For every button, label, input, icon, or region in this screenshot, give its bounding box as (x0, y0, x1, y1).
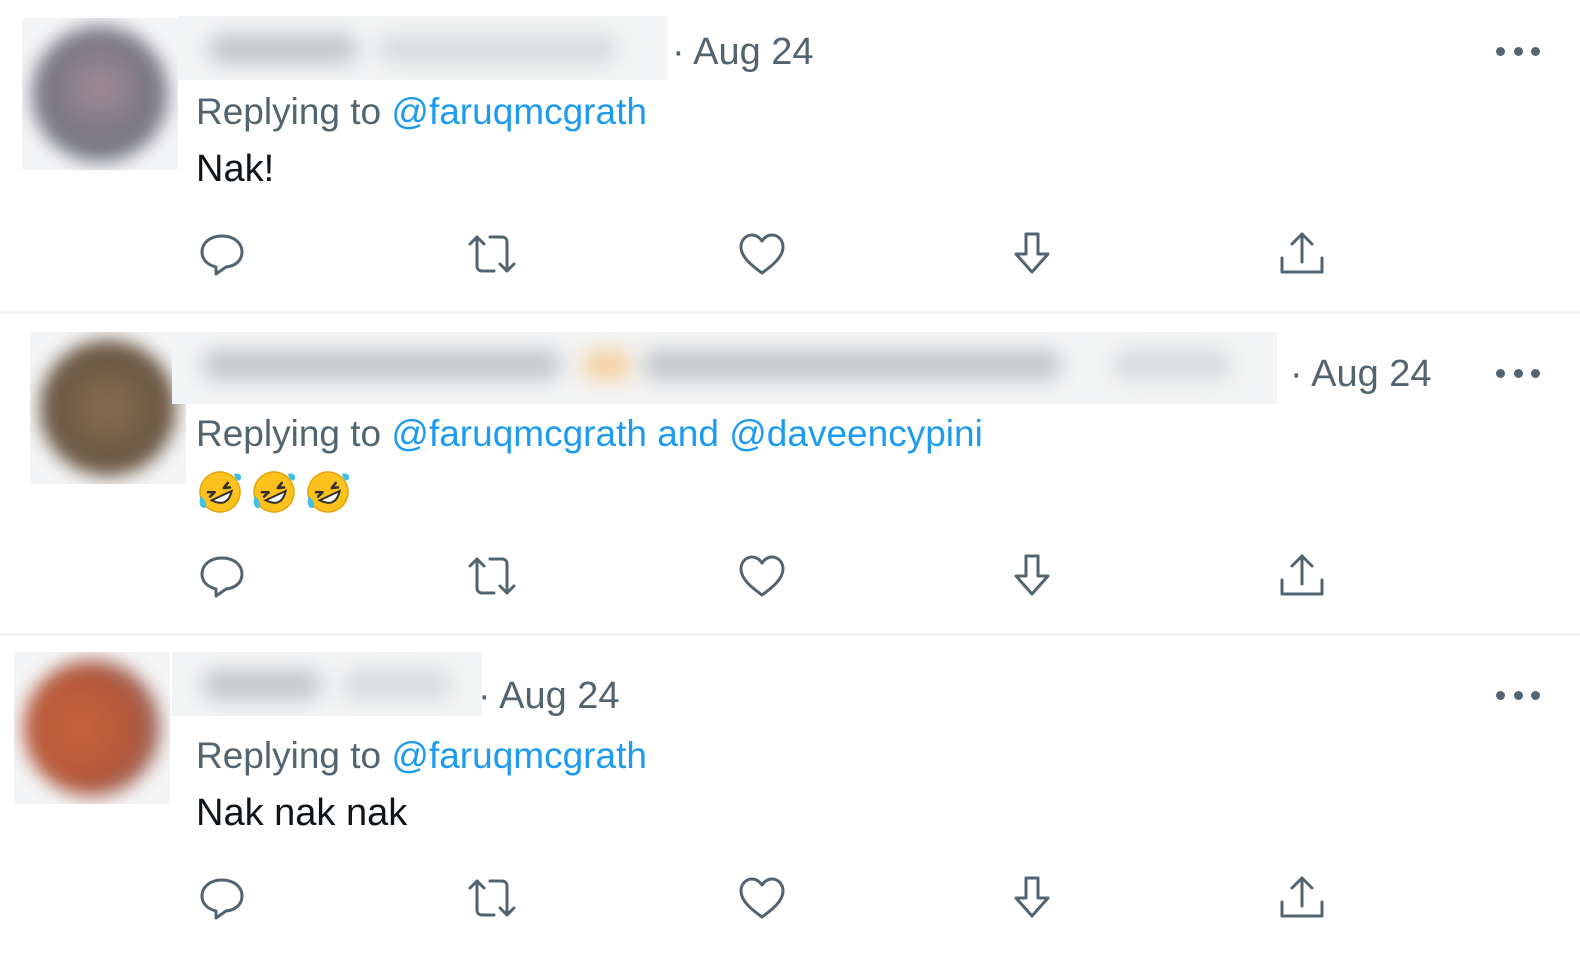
more-options-icon[interactable] (1496, 367, 1540, 379)
mention-link[interactable]: @faruqmcgrath (391, 735, 647, 776)
avatar[interactable] (30, 332, 186, 484)
tweet-3[interactable]: · Aug 24 Replying to @faruqmcgrath Nak n… (0, 644, 1580, 964)
retweet-icon[interactable] (466, 872, 518, 924)
retweet-icon[interactable] (466, 228, 518, 280)
replying-to-line: Replying to @faruqmcgrath (196, 90, 647, 134)
tweet-text: Nak nak nak (196, 792, 408, 834)
download-icon[interactable] (1006, 550, 1058, 602)
tweet-date[interactable]: · Aug 24 (1290, 352, 1432, 396)
mention-joiner: and (657, 413, 719, 454)
share-icon[interactable] (1276, 550, 1328, 602)
author-name-blurred[interactable] (172, 332, 1277, 404)
avatar[interactable] (22, 18, 178, 170)
author-name-blurred[interactable] (178, 16, 668, 80)
like-icon[interactable] (736, 872, 788, 924)
replying-to-label: Replying to (196, 413, 382, 454)
reply-icon[interactable] (196, 872, 248, 924)
share-icon[interactable] (1276, 228, 1328, 280)
download-icon[interactable] (1006, 228, 1058, 280)
tweet-date[interactable]: · Aug 24 (478, 674, 620, 718)
replying-to-line: Replying to @faruqmcgrath and @daveencyp… (196, 412, 983, 456)
tweet-2[interactable]: · Aug 24 Replying to @faruqmcgrath and @… (0, 322, 1580, 642)
mention-link[interactable]: @faruqmcgrath (391, 91, 647, 132)
mention-link[interactable]: @daveencypini (729, 413, 983, 454)
tweet-text: Nak! (196, 148, 275, 190)
replying-to-line: Replying to @faruqmcgrath (196, 734, 647, 778)
retweet-icon[interactable] (466, 550, 518, 602)
more-options-icon[interactable] (1496, 689, 1540, 701)
rolling-on-floor-laughing-emoji-icon (307, 471, 350, 513)
mention-link[interactable]: @faruqmcgrath (391, 413, 647, 454)
tweet-divider (0, 633, 1580, 636)
like-icon[interactable] (736, 550, 788, 602)
reply-icon[interactable] (196, 228, 248, 280)
author-name-blurred[interactable] (172, 652, 482, 716)
rolling-on-floor-laughing-emoji-icon (199, 471, 242, 513)
share-icon[interactable] (1276, 872, 1328, 924)
tweet-date[interactable]: · Aug 24 (672, 30, 814, 74)
rolling-on-floor-laughing-emoji-icon (253, 471, 296, 513)
reply-icon[interactable] (196, 550, 248, 602)
tweet-divider (0, 311, 1580, 314)
download-icon[interactable] (1006, 872, 1058, 924)
tweet-1[interactable]: · Aug 24 Replying to @faruqmcgrath Nak! (0, 0, 1580, 320)
avatar[interactable] (14, 652, 170, 804)
replying-to-label: Replying to (196, 735, 382, 776)
more-options-icon[interactable] (1496, 45, 1540, 57)
replying-to-label: Replying to (196, 91, 382, 132)
like-icon[interactable] (736, 228, 788, 280)
tweet-emoji-row (196, 468, 352, 516)
